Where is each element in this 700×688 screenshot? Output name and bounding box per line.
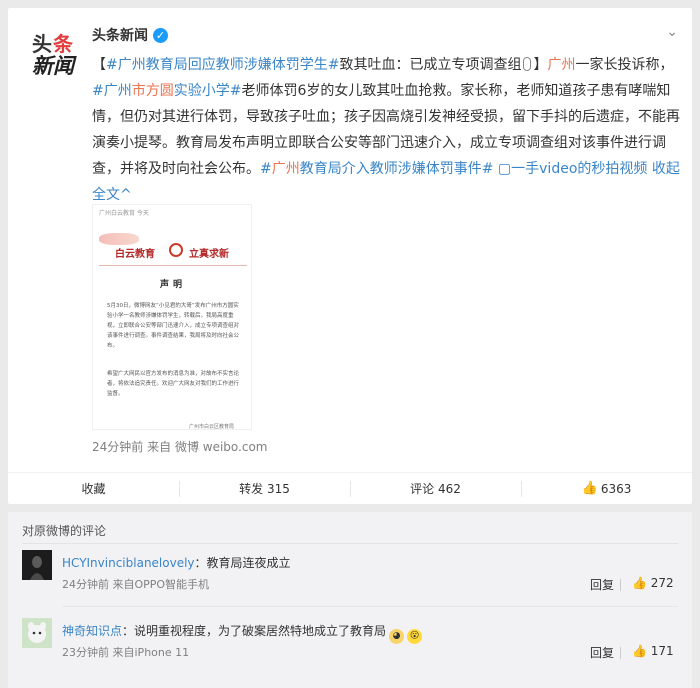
comment-like-button[interactable]: 👍 171 (632, 644, 674, 658)
post-text-segment: 致其吐血：已成立专项调查组 (339, 57, 522, 73)
repost-label: 转发 315 (239, 482, 290, 496)
thumbs-up-icon: 👍 (632, 644, 647, 658)
comment-divider (62, 606, 678, 607)
favorite-label: 收藏 (81, 482, 106, 496)
comment-reply-button[interactable]: 回复 (590, 576, 614, 593)
attachment-slogan-right: 立真求新 (189, 249, 229, 260)
post-link-segment[interactable]: 市方圆 (132, 83, 174, 99)
via-label: 来自 (147, 440, 172, 454)
attachment-paragraph-2: 希望广大网民以官方发布的消息为准，对故布不实言论者，将依法追究责任。欢迎广大网友… (107, 371, 240, 397)
comment-text: ：教育局连夜成立 (194, 556, 291, 570)
commenter-avatar[interactable] (22, 618, 52, 648)
post-text-segment: 】 (533, 57, 548, 73)
comment-meta: 23分钟前 来自iPhone 11 (62, 644, 189, 660)
repost-button[interactable]: 转发 315 (179, 473, 350, 504)
attachment-divider (99, 265, 247, 266)
surprised-emoji-icon: 😮 (407, 628, 423, 644)
comment-source: 来自OPPO智能手机 (112, 578, 210, 591)
weibo-card: 头条 新闻 头条新闻 ✓ ⌄ 【#广州教育局回应教师涉嫌体罚学生#致其吐血：已成… (8, 8, 692, 504)
comments-title: 对原微博的评论 (22, 524, 107, 538)
attachment-source: 广州白云教育 今天 (99, 210, 149, 217)
post-time[interactable]: 24分钟前 (92, 440, 143, 454)
comment-username[interactable]: 神奇知识点 (62, 624, 122, 638)
post-meta: 24分钟前 来自 微博 weibo.com (92, 438, 268, 455)
author-name[interactable]: 头条新闻 (92, 25, 148, 45)
comment-label: 评论 462 (410, 482, 461, 496)
comment-source: 来自iPhone 11 (112, 646, 190, 659)
thumbs-up-icon: 👍 (632, 576, 647, 590)
comments-divider (22, 543, 678, 544)
avatar-line-2: 新闻 (32, 54, 74, 78)
comment-action-divider (620, 579, 621, 591)
attachment-paragraph-1: 5月30日，微博网友“小见君的大哥”发布广州市方圆实验小学一名教师涉嫌体罚学生，… (107, 303, 240, 349)
comment-line: HCYInvinciblanelovely：教育局连夜成立 (62, 554, 291, 571)
commenter-avatar[interactable] (22, 550, 52, 580)
microphone-icon (523, 57, 532, 71)
comment-like-button[interactable]: 👍 272 (632, 576, 674, 590)
post-text-segment: 一家长投诉称， (575, 57, 674, 73)
post-link-segment[interactable]: 广州 (547, 57, 575, 73)
comment-text: ：说明重视程度，为了破案居然特地成立了教育局 (122, 624, 387, 638)
post-link-segment[interactable]: 教育局回应教师涉嫌体罚学生# (146, 57, 340, 73)
comment-meta: 24分钟前 来自OPPO智能手机 (62, 576, 209, 592)
attachment-signature: 广州市白云区教育局 (189, 424, 235, 430)
action-bar: 收藏 转发 315 评论 462 👍 6363 (8, 472, 692, 504)
author-avatar[interactable]: 头条 新闻 (32, 26, 82, 78)
thumbs-up-icon: 👍 (581, 481, 598, 496)
post-text-segment: 【 (92, 57, 106, 73)
comment-time: 23分钟前 (62, 646, 109, 659)
post-text: 【#广州教育局回应教师涉嫌体罚学生#致其吐血：已成立专项调查组 】广州一家长投诉称… (92, 52, 684, 208)
post-link-segment[interactable]: #广州 (92, 83, 132, 99)
comment-reply-button[interactable]: 回复 (590, 644, 614, 661)
post-link-segment[interactable]: 广州 (272, 161, 300, 177)
via-link[interactable]: 微博 weibo.com (175, 440, 268, 454)
post-link-segment[interactable]: 实验小学# (174, 83, 242, 99)
comments-section: 对原微博的评论 HCYInvinciblanelovely：教育局连夜成立 24… (8, 512, 692, 688)
comment-username[interactable]: HCYInvinciblanelovely (62, 556, 195, 570)
doge-emoji-icon: ◕ (389, 628, 405, 644)
comment-time: 24分钟前 (62, 578, 109, 591)
comment-line: 神奇知识点：说明重视程度，为了破案居然特地成立了教育局 ◕ 😮 (62, 622, 423, 644)
brush-decoration (99, 233, 139, 245)
comment-item: 神奇知识点：说明重视程度，为了破案居然特地成立了教育局 ◕ 😮 23分钟前 来自iP… (22, 618, 678, 678)
attachment-slogan-left: 白云教育 (115, 249, 155, 260)
author-line: 头条新闻 ✓ (92, 25, 168, 45)
post-link-segment[interactable]: #广州 (106, 57, 146, 73)
emblem-icon (169, 243, 183, 257)
attached-image[interactable]: 广州白云教育 今天 白云教育 立真求新 声明 5月30日，微博网友“小见君的大哥… (92, 204, 252, 430)
comment-action-divider (620, 647, 621, 659)
post-link-segment[interactable]: 教育局介入教师涉嫌体罚事件# (300, 161, 494, 177)
attachment-heading: 声明 (159, 280, 186, 290)
comment-like-count: 171 (650, 644, 674, 658)
favorite-button[interactable]: 收藏 (8, 473, 179, 504)
like-count: 6363 (600, 481, 632, 496)
post-link-segment[interactable]: ▢一手video的秒拍视频 (493, 161, 647, 177)
like-button[interactable]: 👍 6363 (521, 473, 692, 504)
comment-button[interactable]: 评论 462 (350, 473, 521, 504)
verified-badge-icon: ✓ (153, 27, 168, 43)
post-link-segment[interactable]: # (260, 161, 272, 177)
comment-item: HCYInvinciblanelovely：教育局连夜成立 24分钟前 来自OP… (22, 550, 678, 610)
chevron-down-icon[interactable]: ⌄ (666, 24, 678, 40)
comment-like-count: 272 (650, 576, 674, 590)
